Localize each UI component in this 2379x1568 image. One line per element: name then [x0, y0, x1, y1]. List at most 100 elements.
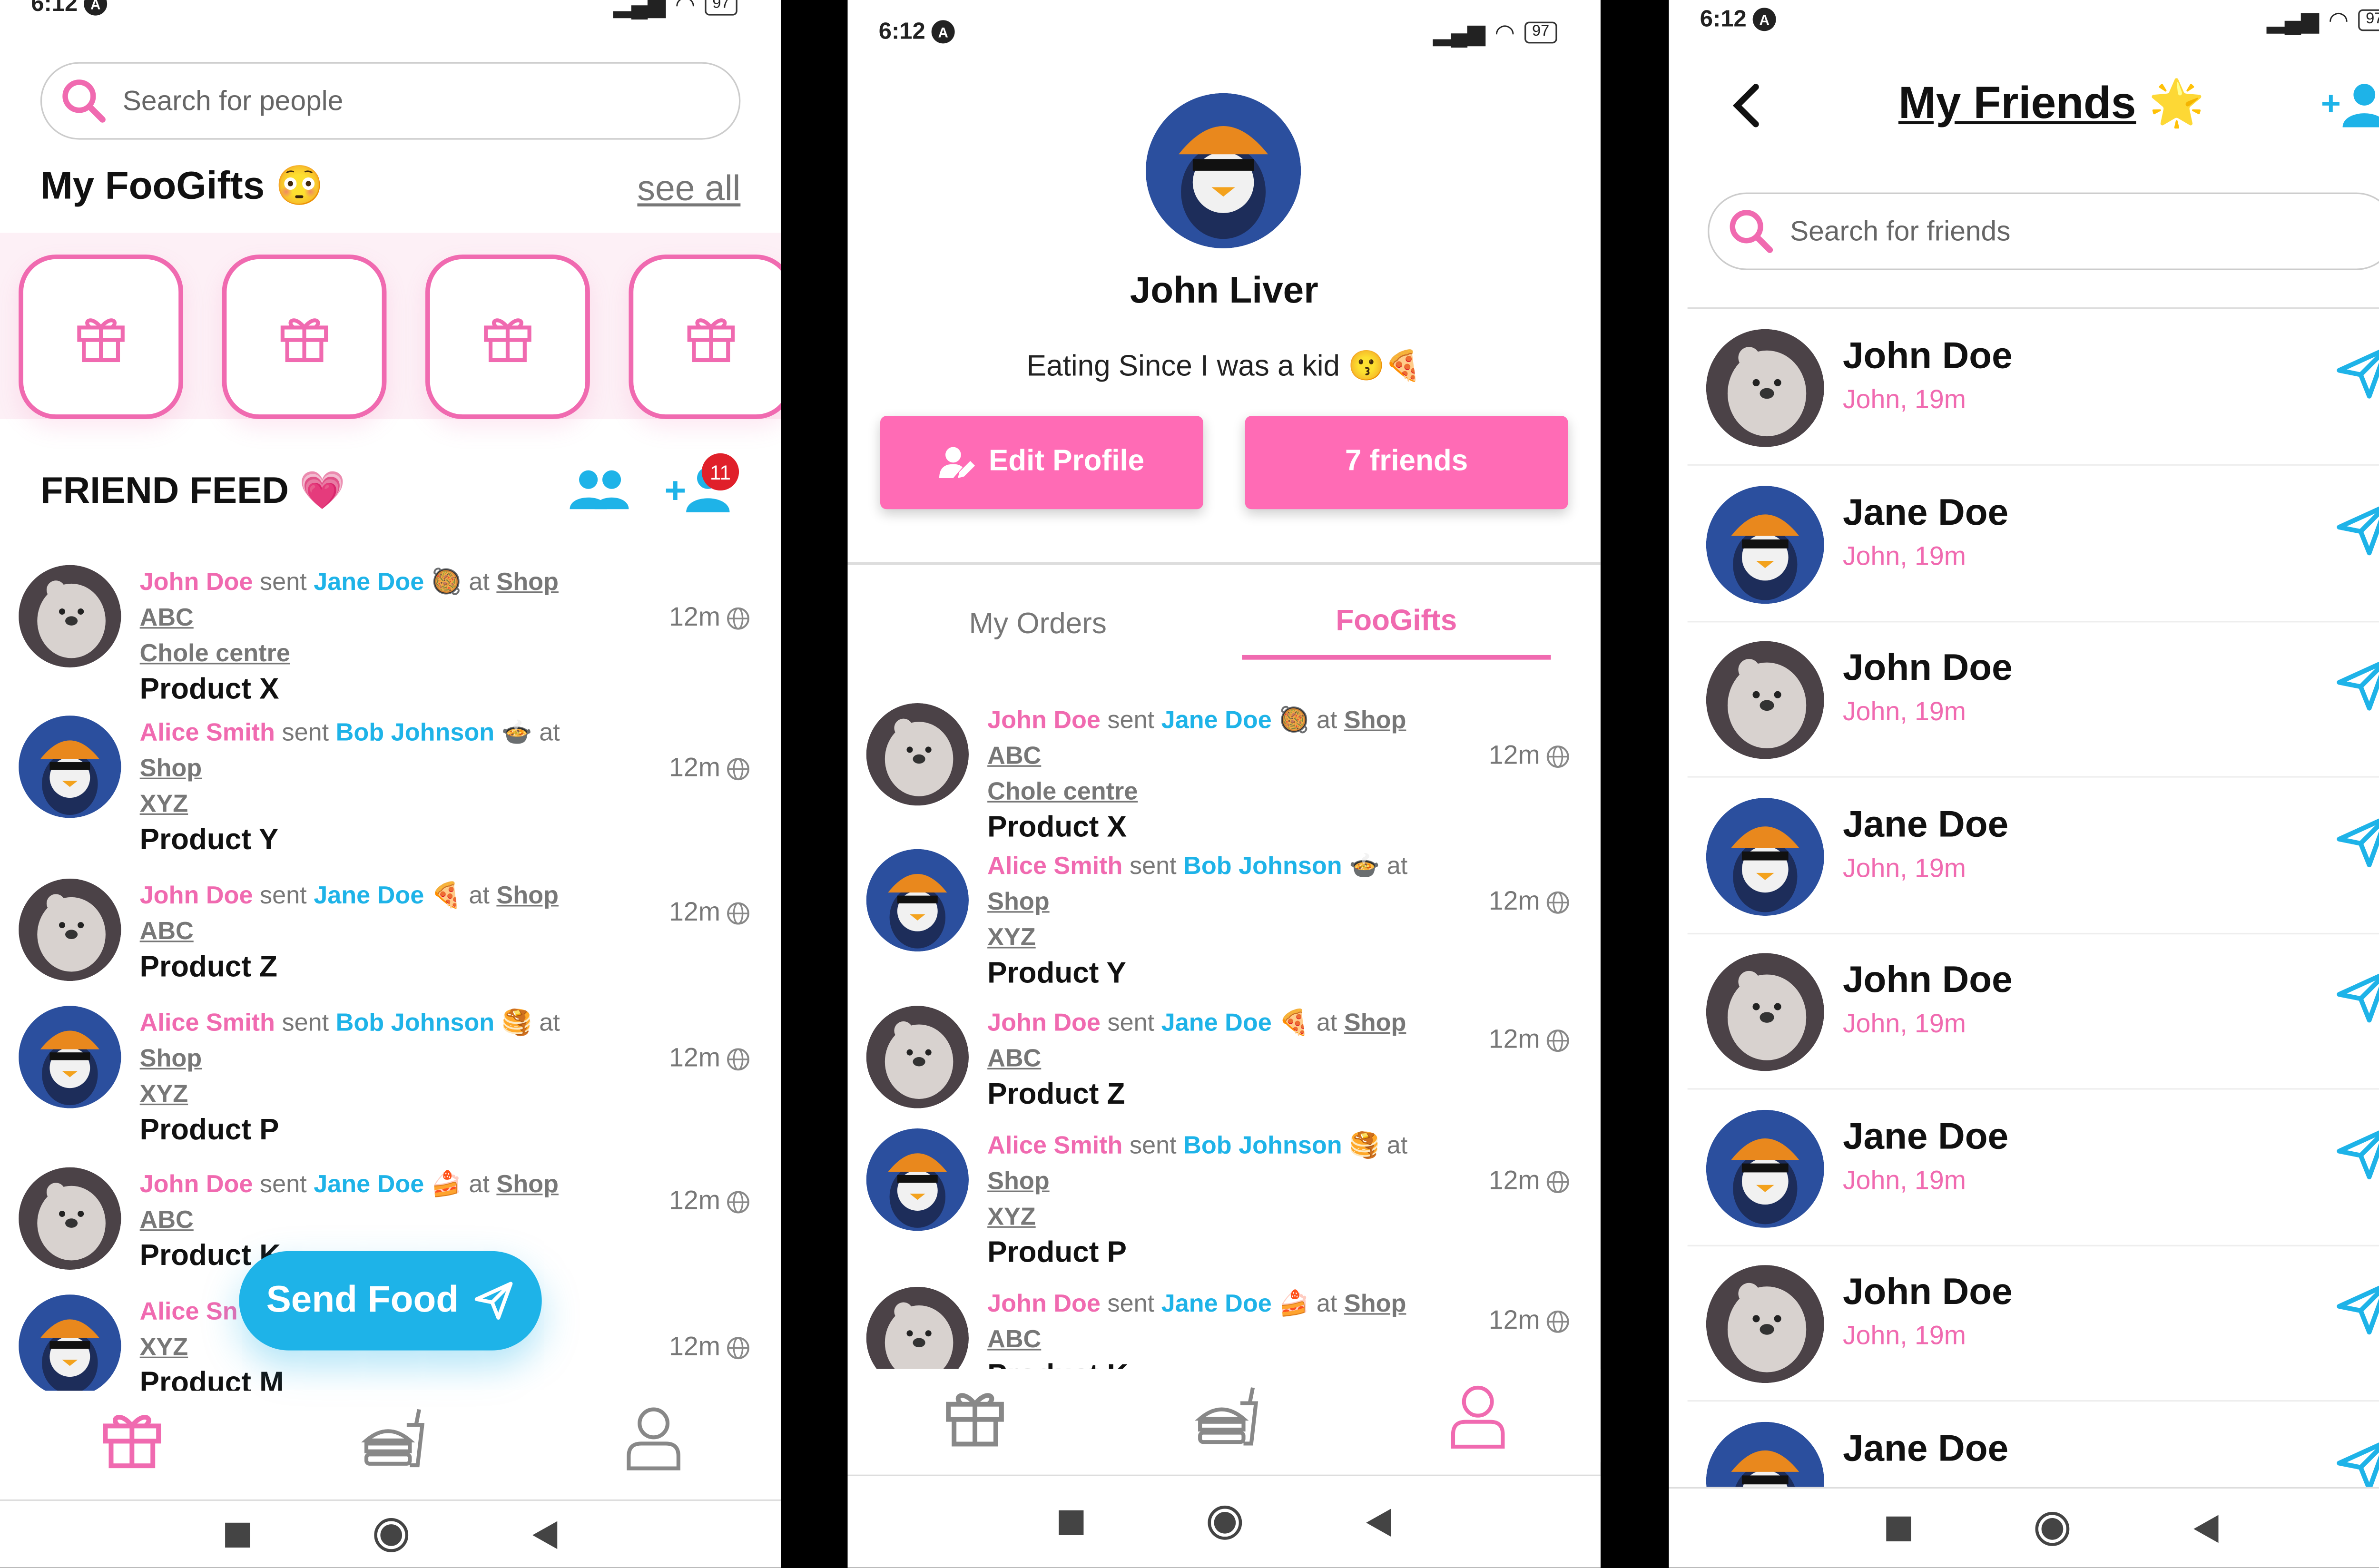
add-friend-icon[interactable]: +: [2321, 81, 2379, 127]
shop-link[interactable]: Shop: [987, 890, 1050, 916]
recipient-name[interactable]: Bob Johnson: [336, 1010, 495, 1037]
sender-name[interactable]: John Doe: [140, 883, 253, 910]
edit-profile-label: Edit Profile: [988, 445, 1145, 478]
globe-icon: [727, 1190, 749, 1213]
feed-time: 12m: [669, 602, 750, 633]
shop-link[interactable]: Shop: [140, 1046, 202, 1072]
friends-icon[interactable]: [568, 466, 630, 515]
friend-requests-button[interactable]: + 11: [664, 453, 742, 518]
sender-name[interactable]: Alice Smith: [987, 1133, 1122, 1159]
recipient-name[interactable]: Bob Johnson: [336, 720, 495, 746]
time-text: 12m: [669, 1332, 720, 1362]
send-icon[interactable]: [2335, 1125, 2379, 1180]
recipient-name[interactable]: Jane Doe: [1161, 708, 1272, 734]
tab-foogifts[interactable]: FooGifts: [1242, 605, 1551, 639]
gift-card[interactable]: [629, 255, 781, 419]
friend-row[interactable]: Jane Doe John, 19m: [1687, 778, 2379, 934]
shop-link-line2[interactable]: XYZ: [987, 1205, 1036, 1231]
send-icon[interactable]: [2335, 1437, 2379, 1492]
recipient-name[interactable]: Bob Johnson: [1183, 854, 1342, 880]
friend-row[interactable]: John Doe John, 19m: [1687, 622, 2379, 778]
send-icon[interactable]: [2335, 969, 2379, 1024]
sender-name[interactable]: Alice Smith: [140, 720, 275, 746]
sender-name[interactable]: Alice Smith: [140, 1010, 275, 1037]
nav-gifts-icon[interactable]: [97, 1403, 166, 1472]
sender-name[interactable]: John Doe: [140, 569, 253, 596]
nav-profile-icon[interactable]: [622, 1403, 684, 1472]
feed-time: 12m: [1489, 1166, 1570, 1196]
friend-row[interactable]: John Doe John, 19m: [1687, 311, 2379, 466]
feed-item[interactable]: Alice Smith sent Bob Johnson 🥞 at Shop XY…: [19, 1006, 750, 1147]
food-emoji: 🍰: [431, 1172, 462, 1198]
shop-link-line2[interactable]: XYZ: [987, 925, 1036, 951]
sender-name[interactable]: Alice Sn: [140, 1299, 238, 1325]
gift-card[interactable]: [425, 255, 590, 419]
sender-name[interactable]: John Doe: [987, 1292, 1101, 1318]
search-friends-input[interactable]: Search for friends: [1708, 192, 2379, 270]
friend-row[interactable]: Jane Doe John, 19m: [1687, 466, 2379, 622]
battery-indicator: 97: [1524, 21, 1557, 44]
recents-icon[interactable]: [1058, 1509, 1083, 1535]
sender-name[interactable]: John Doe: [987, 708, 1101, 734]
nav-food-icon[interactable]: [359, 1403, 428, 1472]
sender-name[interactable]: John Doe: [987, 1010, 1101, 1037]
bottom-nav: [0, 1391, 781, 1484]
send-icon[interactable]: [2335, 500, 2379, 556]
recents-icon[interactable]: [224, 1522, 249, 1547]
shop-link[interactable]: Shop: [987, 1169, 1050, 1195]
home-icon[interactable]: [373, 1517, 408, 1552]
see-all-link[interactable]: see all: [637, 167, 740, 209]
product-name: Product Z: [987, 1078, 1125, 1112]
send-icon[interactable]: [2335, 344, 2379, 400]
notification-icon: A: [84, 0, 108, 16]
feed-item[interactable]: Alice Smith sent Bob Johnson 🍲 at Shop XY…: [19, 715, 750, 857]
shop-link-line2[interactable]: Chole centre: [987, 779, 1138, 805]
nav-food-icon[interactable]: [1193, 1382, 1261, 1450]
send-food-button[interactable]: Send Food: [239, 1251, 542, 1351]
back-icon[interactable]: [531, 1520, 557, 1548]
notification-icon: A: [1752, 8, 1776, 31]
sender-name[interactable]: John Doe: [140, 1172, 253, 1198]
send-icon[interactable]: [2335, 657, 2379, 712]
back-icon[interactable]: [2192, 1514, 2218, 1542]
feed-item[interactable]: Alice Smith sent Bob Johnson 🥞 at Shop XY…: [866, 1128, 1570, 1270]
recipient-name[interactable]: Jane Doe: [314, 569, 424, 596]
feed-item[interactable]: John Doe sent Jane Doe 🥘 at Shop ABC Chol…: [866, 703, 1570, 844]
profile-avatar[interactable]: [1145, 93, 1301, 249]
recipient-name[interactable]: Jane Doe: [314, 1172, 424, 1198]
recipient-name[interactable]: Jane Doe: [314, 883, 424, 910]
home-icon[interactable]: [1207, 1505, 1241, 1539]
send-icon[interactable]: [2335, 1281, 2379, 1336]
edit-profile-button[interactable]: Edit Profile: [880, 416, 1203, 510]
shop-link-line2[interactable]: XYZ: [140, 1335, 188, 1361]
feed-item[interactable]: John Doe sent Jane Doe 🍕 at Shop ABC Prod…: [866, 1006, 1570, 1130]
sender-name[interactable]: Alice Smith: [987, 854, 1122, 880]
globe-icon: [1546, 745, 1569, 767]
friend-subtitle: John, 19m: [1842, 1009, 1966, 1039]
friend-row[interactable]: John Doe John, 19m: [1687, 934, 2379, 1090]
friend-row[interactable]: Jane Doe John, 19m: [1687, 1090, 2379, 1246]
nav-gifts-icon[interactable]: [940, 1382, 1009, 1450]
feed-item[interactable]: John Doe sent Jane Doe 🍕 at Shop ABC Prod…: [19, 878, 750, 1003]
nav-profile-icon[interactable]: [1446, 1382, 1508, 1450]
send-icon[interactable]: [2335, 813, 2379, 868]
back-icon[interactable]: [1365, 1508, 1390, 1536]
friend-row[interactable]: John Doe John, 19m: [1687, 1246, 2379, 1402]
feed-item[interactable]: John Doe sent Jane Doe 🥘 at Shop ABC Chol…: [19, 565, 750, 706]
search-people-input[interactable]: Search for people: [40, 62, 741, 140]
shop-link-line2[interactable]: Chole centre: [140, 641, 290, 667]
feed-item[interactable]: Alice Smith sent Bob Johnson 🍲 at Shop XY…: [866, 849, 1570, 990]
recipient-name[interactable]: Bob Johnson: [1183, 1133, 1342, 1159]
recents-icon[interactable]: [1885, 1516, 1910, 1541]
gift-card[interactable]: [19, 255, 184, 419]
shop-link-line2[interactable]: XYZ: [140, 792, 188, 818]
shop-link-line2[interactable]: XYZ: [140, 1082, 188, 1108]
recipient-name[interactable]: Jane Doe: [1161, 1292, 1272, 1318]
tab-my-orders[interactable]: My Orders: [847, 608, 1228, 643]
home-icon[interactable]: [2034, 1511, 2069, 1546]
shop-link[interactable]: Shop: [140, 756, 202, 782]
gift-card[interactable]: [222, 255, 387, 419]
friends-count-button[interactable]: 7 friends: [1245, 416, 1568, 510]
recipient-name[interactable]: Jane Doe: [1161, 1010, 1272, 1037]
avatar: [1706, 1109, 1824, 1227]
